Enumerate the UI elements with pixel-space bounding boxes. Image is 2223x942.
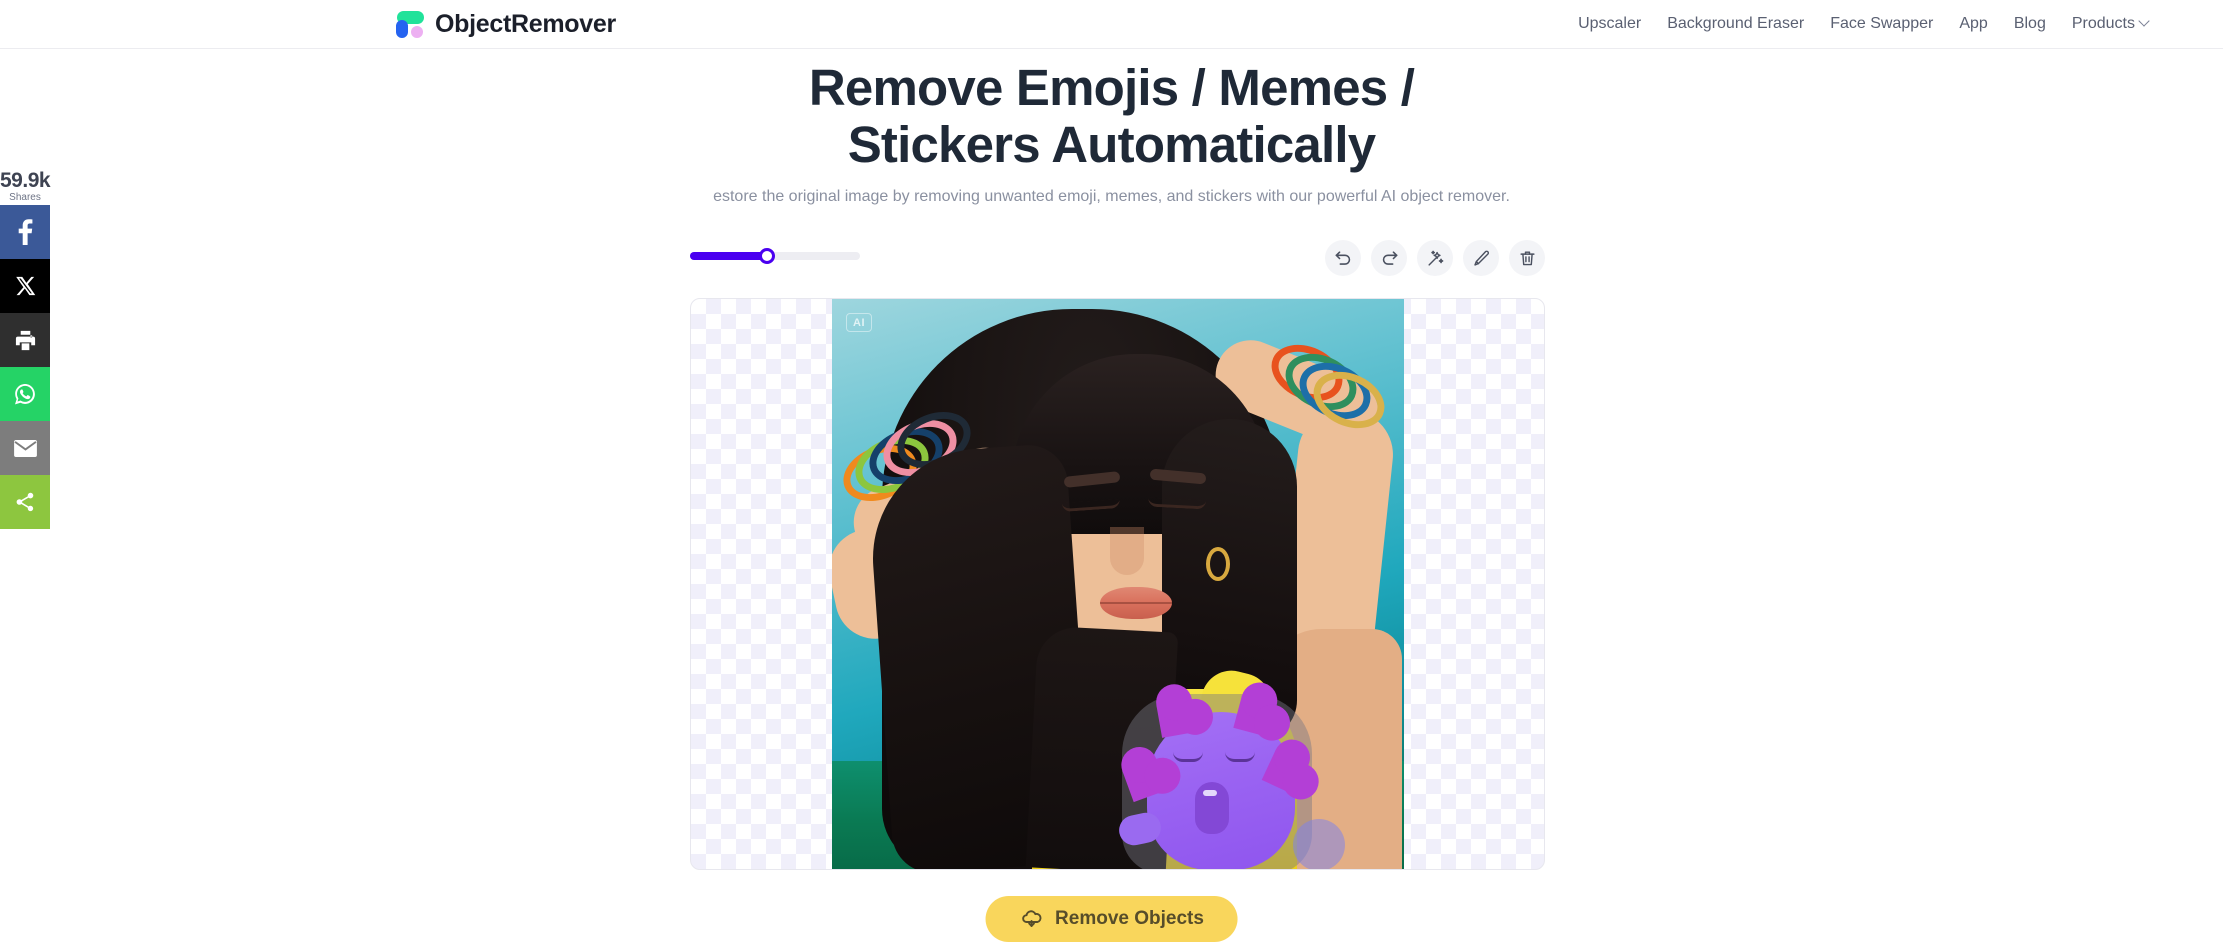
nav-label: Background Eraser: [1667, 15, 1805, 32]
undo-button[interactable]: [1325, 240, 1361, 276]
page-title: Remove Emojis / Memes / Stickers Automat…: [0, 59, 2223, 173]
magic-wand-button[interactable]: [1417, 240, 1453, 276]
editor-toolbar: [690, 240, 1545, 282]
brush-size-slider[interactable]: [690, 248, 860, 264]
nav-item-upscaler[interactable]: Upscaler: [1578, 15, 1641, 33]
delete-button[interactable]: [1509, 240, 1545, 276]
whatsapp-icon: [15, 384, 35, 405]
brush-button[interactable]: [1463, 240, 1499, 276]
source-photo[interactable]: AI: [832, 299, 1404, 869]
facebook-icon: [18, 219, 32, 246]
photo-lip-line: [1100, 602, 1172, 604]
share-button-email[interactable]: [0, 421, 50, 476]
logo-shape-pink: [411, 26, 423, 38]
logo-shape-blue: [396, 20, 408, 38]
magic-wand-icon: [1427, 250, 1443, 266]
main-nav: Upscaler Background Eraser Face Swapper …: [1578, 15, 2150, 33]
share-button-whatsapp[interactable]: [0, 367, 50, 422]
remove-objects-button[interactable]: Remove Objects: [985, 896, 1238, 942]
social-share-rail: 59.9k Shares: [0, 169, 51, 530]
brush-size-slider-fill: [690, 252, 767, 260]
envelope-icon: [13, 439, 37, 457]
nav-label: Products: [2071, 15, 2135, 32]
nav-item-blog[interactable]: Blog: [2014, 15, 2046, 33]
objectremover-logo-icon: [394, 9, 424, 39]
share-button-print[interactable]: [0, 313, 50, 368]
share-button-generic[interactable]: [0, 475, 50, 530]
undo-icon: [1335, 250, 1350, 265]
nav-label: Upscaler: [1578, 15, 1642, 32]
page-title-line2: Stickers Automatically: [847, 115, 1376, 173]
photo-nose: [1110, 527, 1144, 575]
brand-name: ObjectRemover: [435, 9, 616, 38]
nav-item-app[interactable]: App: [1959, 15, 1987, 33]
emoji-sticker-overlay[interactable]: [1116, 694, 1317, 869]
pen-icon: [1473, 250, 1489, 266]
trash-icon: [1519, 250, 1535, 265]
chevron-down-icon: [2138, 15, 2150, 27]
share-button-twitter-x[interactable]: [0, 259, 50, 314]
site-header: ObjectRemover Upscaler Background Eraser…: [0, 0, 2223, 49]
image-editor-canvas[interactable]: AI: [690, 298, 1545, 870]
photo-earring: [1206, 547, 1230, 581]
sticker-highlight: [1203, 790, 1217, 796]
sticker-heart: [1156, 699, 1198, 738]
brush-size-slider-thumb[interactable]: [758, 248, 775, 264]
nav-label: Blog: [2013, 15, 2046, 32]
nav-item-face-swapper[interactable]: Face Swapper: [1830, 15, 1933, 33]
brand-logo[interactable]: ObjectRemover: [394, 9, 616, 39]
x-twitter-icon: [16, 276, 36, 296]
page-title-line1: Remove Emojis / Memes /: [808, 59, 1415, 116]
redo-button[interactable]: [1371, 240, 1407, 276]
nav-label: App: [1959, 15, 1988, 32]
page-subtitle: estore the original image by removing un…: [713, 188, 1510, 205]
nav-item-products[interactable]: Products: [2071, 15, 2150, 33]
tool-button-group: [1325, 240, 1545, 276]
magic-cloud-icon: [1021, 910, 1041, 927]
share-icon: [16, 492, 34, 512]
printer-icon: [15, 330, 35, 350]
brush-cursor: [1293, 819, 1345, 869]
ai-badge: AI: [846, 313, 872, 332]
nav-label: Face Swapper: [1830, 15, 1934, 32]
share-button-facebook[interactable]: [0, 205, 50, 260]
remove-objects-label: Remove Objects: [1055, 908, 1204, 929]
nav-item-background-eraser[interactable]: Background Eraser: [1667, 15, 1804, 33]
redo-icon: [1382, 250, 1397, 265]
